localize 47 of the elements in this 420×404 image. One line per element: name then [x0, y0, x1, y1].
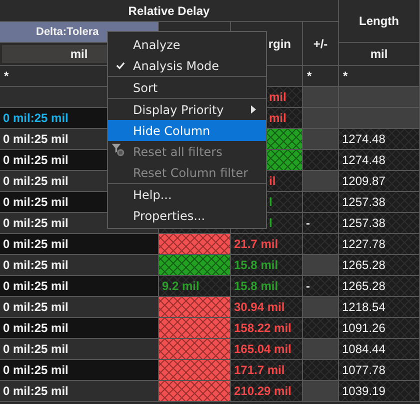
table-cell: 0 mil:25 mil	[0, 234, 159, 255]
table-cell	[303, 339, 339, 360]
table-cell: 1218.54	[339, 297, 420, 318]
table-cell: 21.7 mil	[231, 234, 303, 255]
table-cell: 1091.26	[339, 318, 420, 339]
table-cell: 1084.44	[339, 339, 420, 360]
table-cell: 15.8 mil	[231, 255, 303, 276]
table-cell: 1209.87	[339, 171, 420, 192]
table-cell	[303, 297, 339, 318]
table-cell: 0 mil:25 mil	[0, 339, 159, 360]
column-header[interactable]: Length	[339, 0, 420, 43]
table-cell: 15.8 mil	[231, 276, 303, 297]
table-cell: 1265.28	[339, 255, 420, 276]
table-cell	[303, 129, 339, 150]
table-cell: 0 mil:25 mil	[0, 255, 159, 276]
menu-item[interactable]: Sort	[108, 77, 266, 98]
table-cell: 1274.48	[339, 129, 420, 150]
table-cell: 9.2 mil	[159, 276, 231, 297]
table-cell: 0 mil:25 mil	[0, 360, 159, 381]
unit-label: mil	[339, 43, 420, 66]
table-cell: 1039.19	[339, 381, 420, 402]
table-cell: 1257.38	[339, 213, 420, 234]
table-cell: -	[303, 276, 339, 297]
check-icon	[116, 61, 125, 70]
table-cell	[303, 87, 339, 108]
table-cell: 1265.28	[339, 276, 420, 297]
table-cell: 30.94 mil	[231, 297, 303, 318]
table-cell	[303, 381, 339, 402]
table-cell: -	[303, 213, 339, 234]
table-cell: 165.04 mil	[231, 339, 303, 360]
table-cell	[303, 255, 339, 276]
table-cell: 0 mil:25 mil	[0, 318, 159, 339]
table-cell	[303, 171, 339, 192]
table-cell: 1257.38	[339, 192, 420, 213]
group-header: Relative Delay	[0, 0, 339, 22]
table-cell: 1274.48	[339, 150, 420, 171]
table-cell: 0 mil:25 mil	[0, 276, 159, 297]
column-header[interactable]: +/-	[303, 22, 339, 66]
table-cell: 171.7 mil	[231, 360, 303, 381]
table-cell: 158.22 mil	[231, 318, 303, 339]
table-cell: 1077.78	[339, 360, 420, 381]
table-cell	[303, 108, 339, 129]
table-cell: 0 mil:25 mil	[0, 297, 159, 318]
menu-item[interactable]: Hide Column	[108, 120, 266, 141]
table-cell: 0 mil:25 mil	[0, 381, 159, 402]
table-cell: 1227.78	[339, 234, 420, 255]
table-cell: 210.29 mil	[231, 381, 303, 402]
